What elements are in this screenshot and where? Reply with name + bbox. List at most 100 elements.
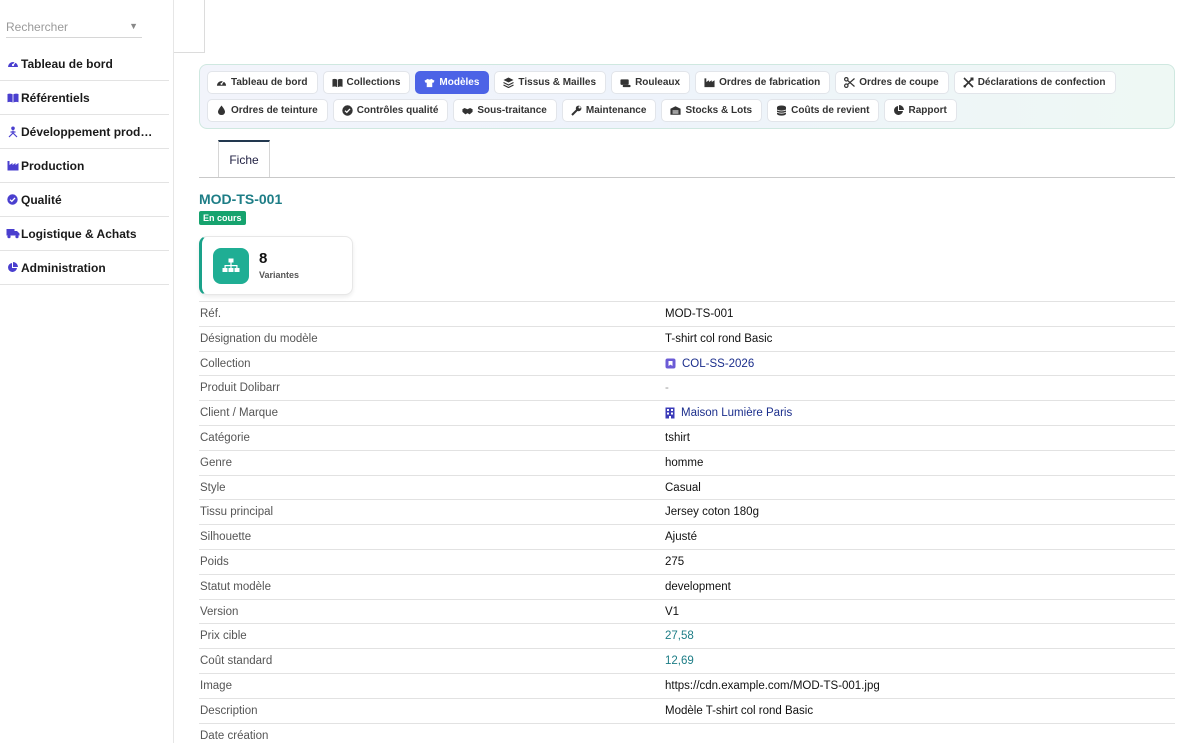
field-row-style: Style Casual (199, 474, 1175, 500)
module-tab-sous-traitance[interactable]: Sous-traitance (453, 99, 557, 122)
module-tab-stocks-lots[interactable]: Stocks & Lots (661, 99, 763, 122)
field-value: V1 (665, 606, 679, 618)
field-value: 27,58 (665, 630, 694, 642)
field-row-poids: Poids 275 (199, 548, 1175, 574)
check-circle-icon (5, 193, 20, 207)
field-label: Désignation du modèle (200, 332, 318, 345)
field-label: Coût standard (200, 655, 273, 668)
module-tab-rouleaux[interactable]: Rouleaux (611, 71, 691, 94)
field-row-designation-du-modele: Désignation du modèle T-shirt col rond Ba… (199, 325, 1175, 351)
module-tab-controles-qualite[interactable]: Contrôles qualité (332, 99, 449, 122)
book-open-icon (5, 91, 20, 105)
field-value: Casual (665, 482, 701, 494)
field-value: development (665, 581, 731, 593)
topbar-fragment (174, 0, 205, 53)
module-tab-label: Ordres de fabrication (719, 77, 821, 88)
field-row-categorie: Catégorie tshirt (199, 424, 1175, 450)
wrench-icon (571, 105, 582, 116)
module-tab-label: Maintenance (585, 105, 647, 116)
pie-chart-icon (5, 261, 20, 275)
field-value-text: development (665, 580, 731, 593)
field-value: homme (665, 457, 703, 469)
field-value-text[interactable]: Maison Lumière Paris (681, 407, 792, 419)
field-value[interactable]: Maison Lumière Paris (665, 407, 792, 419)
sidebar-item-qualite[interactable]: Qualité (0, 183, 169, 217)
sidebar-item-production[interactable]: Production (0, 149, 169, 183)
field-value-text: Ajusté (665, 531, 697, 544)
field-value-text: T-shirt col rond Basic (665, 332, 773, 345)
field-value: Ajusté (665, 531, 697, 543)
scissors-icon (844, 77, 856, 88)
module-tab-ordres-de-teinture[interactable]: Ordres de teinture (207, 99, 328, 122)
module-tab-rapport[interactable]: Rapport (884, 99, 957, 122)
module-tab-declarations-de-confection[interactable]: Déclarations de confection (953, 71, 1116, 94)
sidebar-item-label: Logistique & Achats (21, 226, 137, 241)
warehouse-icon (670, 105, 682, 116)
module-tab-modeles[interactable]: Modèles (415, 71, 490, 94)
field-label: Catégorie (200, 431, 250, 444)
field-value-text: homme (665, 456, 704, 469)
variants-stat-card[interactable]: 8 Variantes (199, 236, 353, 295)
status-badge: En cours (199, 211, 246, 225)
field-label: Client / Marque (200, 407, 278, 420)
module-tab-label: Modèles (439, 77, 480, 88)
field-row-version: Version V1 (199, 598, 1175, 624)
field-value: 12,69 (665, 655, 694, 667)
module-tab-maintenance[interactable]: Maintenance (561, 99, 657, 122)
industry-icon (5, 159, 20, 173)
module-tab-tissus-mailles[interactable]: Tissus & Mailles (494, 71, 607, 94)
module-tab-collections[interactable]: Collections (322, 71, 411, 94)
field-row-produit-dolibarr: Produit Dolibarr - (199, 375, 1175, 400)
sidebar-item-developpement-prod[interactable]: Développement prod… (0, 115, 169, 149)
sidebar-item-referentiels[interactable]: Référentiels (0, 81, 169, 115)
sidebar-item-label: Tableau de bord (21, 56, 113, 71)
sidebar-item-label: Développement prod… (21, 124, 153, 139)
tab-fiche[interactable]: Fiche (218, 140, 270, 178)
sidebar-item-tableau-de-bord[interactable]: Tableau de bord (0, 47, 169, 81)
module-tab-tableau-de-bord[interactable]: Tableau de bord (207, 71, 318, 94)
module-tab-label: Stocks & Lots (685, 105, 753, 116)
building-icon (665, 407, 675, 419)
module-tab-label: Tissus & Mailles (518, 77, 597, 88)
tab-divider (199, 177, 1175, 178)
module-tab-label: Coûts de revient (791, 105, 870, 116)
coins-icon (776, 105, 787, 116)
sidebar: ▼ Tableau de bord Référentiels Développeme… (0, 0, 174, 743)
field-row-image: Image https://cdn.example.com/MOD-TS-001.… (199, 672, 1175, 698)
module-tab-ordres-de-coupe[interactable]: Ordres de coupe (835, 71, 949, 94)
record-title: MOD-TS-001 (199, 191, 283, 207)
chevron-down-icon[interactable]: ▼ (129, 21, 138, 31)
field-label: Réf. (200, 308, 222, 320)
field-value-text[interactable]: COL-SS-2026 (682, 358, 754, 370)
check-circle-icon (342, 105, 353, 116)
book-open-icon (331, 77, 343, 88)
module-tab-ordres-de-fabrication[interactable]: Ordres de fabrication (695, 71, 831, 94)
module-tabs-row-2: Ordres de teinture Contrôles qualité Sous-… (207, 99, 962, 122)
field-value-text: MOD-TS-001 (665, 308, 734, 320)
field-label: Description (200, 704, 258, 717)
sidebar-item-administration[interactable]: Administration (0, 251, 169, 285)
field-value-text: Jersey coton 180g (665, 506, 759, 519)
tshirt-icon (424, 77, 435, 88)
industry-icon (704, 77, 715, 88)
field-label: Produit Dolibarr (200, 382, 280, 395)
field-row-collection: Collection COL-SS-2026 (199, 350, 1175, 376)
stat-value: 8 (259, 250, 268, 267)
module-tab-couts-de-revient[interactable]: Coûts de revient (767, 99, 880, 122)
collection-icon (665, 358, 676, 369)
search-input[interactable] (6, 18, 124, 36)
field-row-genre: Genre homme (199, 449, 1175, 475)
module-tab-label: Rouleaux (635, 77, 681, 88)
sidebar-item-logistique-achats[interactable]: Logistique & Achats (0, 217, 169, 251)
handshake-icon (462, 105, 473, 116)
field-value: Jersey coton 180g (665, 506, 759, 518)
field-value-text: https://cdn.example.com/MOD-TS-001.jpg (665, 679, 880, 692)
record-fields-table: Réf. MOD-TS-001 Désignation du modèle T-shi… (199, 301, 1175, 743)
field-value[interactable]: COL-SS-2026 (665, 358, 754, 370)
field-value: 275 (665, 556, 684, 568)
field-value: T-shirt col rond Basic (665, 333, 772, 345)
field-label: Image (200, 679, 232, 692)
module-tab-label: Ordres de teinture (231, 105, 318, 116)
layers-icon (503, 77, 515, 88)
module-tab-label: Sous-traitance (477, 105, 547, 116)
